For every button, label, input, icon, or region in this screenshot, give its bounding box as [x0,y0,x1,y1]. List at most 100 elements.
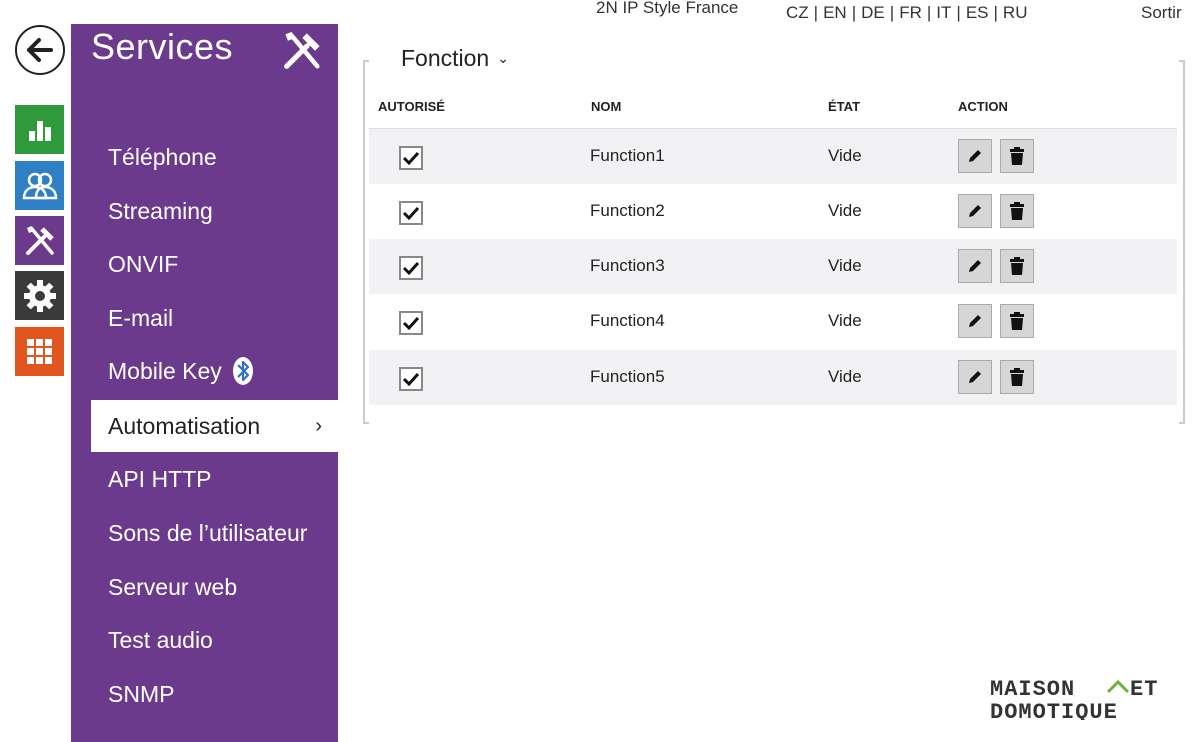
function-state: Vide [828,146,862,165]
back-arrow-icon [27,38,53,62]
trash-icon [1010,368,1024,386]
tools-icon [279,28,325,79]
services-sidebar: Services Téléphone Streaming ONVIF E-mai… [71,24,338,742]
trash-icon [1010,312,1024,330]
edit-button[interactable] [958,139,992,173]
language-selector: CZ | EN | DE | FR | IT | ES | RU [786,3,1027,23]
sidebar-item-label: E-mail [108,304,174,331]
lang-es[interactable]: ES [966,3,989,23]
checkmark-icon [402,316,420,331]
sidebar-item-onvif[interactable]: ONVIF [71,238,338,290]
function-name: Function1 [590,146,665,165]
device-name: 2N IP Style France [596,0,739,17]
lang-separator: | [889,3,895,22]
sidebar-item-api-http[interactable]: API HTTP [71,453,338,505]
sidebar-item-telephone[interactable]: Téléphone [71,131,338,183]
sidebar-item-audio-test[interactable]: Test audio [71,614,338,666]
enabled-checkbox[interactable] [399,311,423,335]
delete-button[interactable] [1000,194,1034,228]
function-name: Function3 [590,256,665,275]
maison-et-domotique-logo: MAISON ET DOMOTIQUE [990,677,1158,720]
checkmark-icon [402,261,420,276]
function-name: Function5 [590,367,665,386]
enabled-checkbox[interactable] [399,256,423,280]
logout-link[interactable]: Sortir [1141,3,1182,23]
sidebar-item-automatisation[interactable]: Automatisation › [91,400,338,452]
function-state: Vide [828,201,862,220]
edit-button[interactable] [958,304,992,338]
trash-icon [1010,202,1024,220]
sidebar-item-label: API HTTP [108,465,212,492]
trash-icon [1010,147,1024,165]
pencil-icon [969,150,981,162]
panel-bracket-right [1179,60,1185,424]
sidebar-item-web-server[interactable]: Serveur web [71,561,338,613]
delete-button[interactable] [1000,139,1034,173]
enabled-checkbox[interactable] [399,367,423,391]
pencil-icon [969,371,981,383]
lang-de[interactable]: DE [861,3,885,23]
back-button[interactable] [15,25,65,75]
svg-text:ET: ET [1130,677,1158,702]
sidebar-item-email[interactable]: E-mail [71,292,338,344]
function-state: Vide [828,256,862,275]
services-tools-icon[interactable] [15,216,64,265]
column-header-action: ACTION [958,99,1008,114]
lang-ru[interactable]: RU [1003,3,1028,23]
sidebar-item-mobile-key[interactable]: Mobile Key [71,345,338,397]
trash-icon [1010,257,1024,275]
sidebar-item-snmp[interactable]: SNMP [71,668,338,720]
chevron-down-icon: ⌄ [497,50,509,66]
lang-separator: | [926,3,932,22]
sidebar-item-label: Sons de l’utilisateur [108,519,308,546]
lang-it[interactable]: IT [936,3,951,23]
sidebar-item-label: ONVIF [108,250,179,277]
system-grid-icon[interactable] [15,327,64,376]
lang-separator: | [993,3,998,22]
enabled-checkbox[interactable] [399,201,423,225]
sidebar-title: Services [91,26,234,67]
column-header-state: ÉTAT [828,99,861,114]
function-state: Vide [828,367,862,386]
checkmark-icon [402,151,420,166]
section-dropdown[interactable]: Fonction ⌄ [401,45,509,72]
function-name: Function2 [590,201,665,220]
sidebar-item-label: Streaming [108,197,213,224]
sidebar-item-label: Automatisation [108,412,261,439]
checkmark-icon [402,206,420,221]
pencil-icon [969,315,981,327]
sidebar-item-label: Serveur web [108,573,238,600]
status-chart-icon[interactable] [15,105,64,154]
delete-button[interactable] [1000,249,1034,283]
pencil-icon [969,205,981,217]
column-header-name: NOM [591,99,622,114]
checkmark-icon [402,372,420,387]
sidebar-item-label: SNMP [108,680,175,707]
edit-button[interactable] [958,249,992,283]
sidebar-item-label: Test audio [108,626,213,653]
edit-button[interactable] [958,360,992,394]
hardware-gear-icon[interactable] [15,271,64,320]
sidebar-item-user-sounds[interactable]: Sons de l’utilisateur [71,507,338,559]
lang-separator: | [813,3,819,22]
directory-users-icon[interactable] [15,161,64,210]
lang-separator: | [956,3,961,22]
sidebar-item-streaming[interactable]: Streaming [71,185,338,237]
lang-en[interactable]: EN [823,3,847,23]
sidebar-item-label: Téléphone [108,143,217,170]
svg-text:DOMOTIQUE: DOMOTIQUE [990,700,1118,720]
table-row: Function3 Vide [369,239,1177,294]
function-name: Function4 [590,311,665,330]
table-row: Function5 Vide [369,350,1177,405]
edit-button[interactable] [958,194,992,228]
column-header-enabled: AUTORISÉ [378,99,445,114]
lang-separator: | [851,3,857,22]
delete-button[interactable] [1000,360,1034,394]
bluetooth-icon [232,357,253,385]
table-header: AUTORISÉ NOM ÉTAT ACTION [369,92,1177,130]
enabled-checkbox[interactable] [399,146,423,170]
delete-button[interactable] [1000,304,1034,338]
lang-cz[interactable]: CZ [786,3,809,23]
lang-fr[interactable]: FR [899,3,922,23]
function-state: Vide [828,311,862,330]
